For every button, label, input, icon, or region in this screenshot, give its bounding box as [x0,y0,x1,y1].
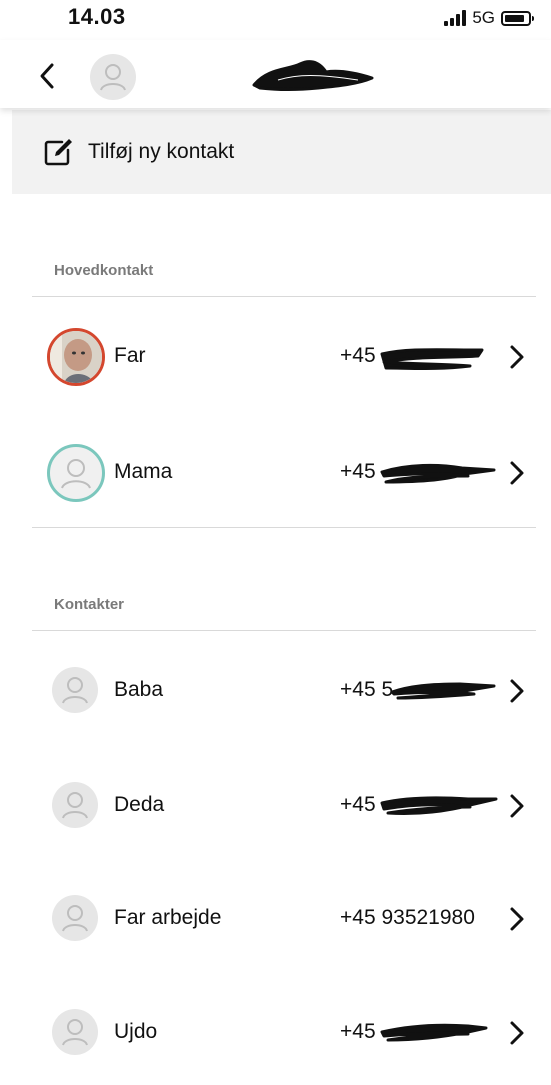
photo-avatar-icon [50,331,102,383]
network-label: 5G [472,8,495,27]
signal-icon [444,10,467,26]
add-contact-label: Tilføj ny kontakt [88,140,235,163]
contact-name: Deda [114,793,165,816]
user-icon [62,792,88,819]
status-time: 14.03 [68,4,126,29]
contact-avatar-placeholder [52,895,98,941]
contact-avatar-placeholder [52,1009,98,1055]
status-bar: 14.03 5G [0,0,551,40]
add-contact-button[interactable]: Tilføj ny kontakt [12,110,551,194]
contact-name: Mama [114,460,173,483]
contact-name: Far [114,344,146,367]
contact-name: Far arbejde [114,906,222,929]
contact-phone: +45 93521980 [340,906,475,929]
divider [32,527,536,528]
contact-avatar-placeholder [52,782,98,828]
user-icon [61,459,91,489]
redaction-scribble [380,1023,488,1042]
chevron-right-icon [510,345,524,369]
divider [32,630,536,631]
contact-row-mama[interactable]: Mama +45 [0,434,551,514]
contact-phone: +45 [340,1020,376,1043]
divider [32,296,536,297]
battery-icon [501,10,534,26]
status-indicators: 5G [444,8,534,28]
contact-phone: +45 [340,344,376,367]
contact-name: Ujdo [114,1020,158,1043]
chevron-left-icon [40,63,54,89]
user-icon [100,64,126,91]
chevron-right-icon [510,1021,524,1045]
contact-name: Baba [114,678,164,701]
contact-row-far-arbejde[interactable]: Far arbejde +45 93521980 [0,880,551,960]
section-header-main: Hovedkontakt [54,262,154,279]
redaction-scribble [252,60,374,91]
contact-phone: +45 [340,460,376,483]
contact-avatar-placeholder [47,444,105,502]
user-icon [62,905,88,932]
user-icon [62,677,88,704]
avatar[interactable] [90,54,136,100]
chevron-right-icon [510,907,524,931]
redaction-scribble [380,463,496,484]
chevron-right-icon [510,461,524,485]
chevron-right-icon [510,794,524,818]
chevron-right-icon [510,679,524,703]
edit-icon [44,139,72,166]
redaction-scribble [380,796,498,816]
back-button[interactable] [34,60,62,92]
contact-row-ujdo[interactable]: Ujdo +45 [0,994,551,1074]
contact-phone: +45 [340,793,376,816]
contact-row-far[interactable]: Far +45 [0,318,551,398]
section-header-contacts: Kontakter [54,596,125,613]
contact-avatar-photo [47,328,105,386]
contact-avatar-placeholder [52,667,98,713]
user-icon [62,1019,88,1046]
nav-bar [0,40,551,108]
contact-row-baba[interactable]: Baba +45 5 [0,652,551,732]
contact-phone: +45 5 [340,678,394,701]
redaction-scribble [380,348,484,370]
redaction-scribble [390,682,496,700]
contact-row-deda[interactable]: Deda +45 [0,767,551,847]
